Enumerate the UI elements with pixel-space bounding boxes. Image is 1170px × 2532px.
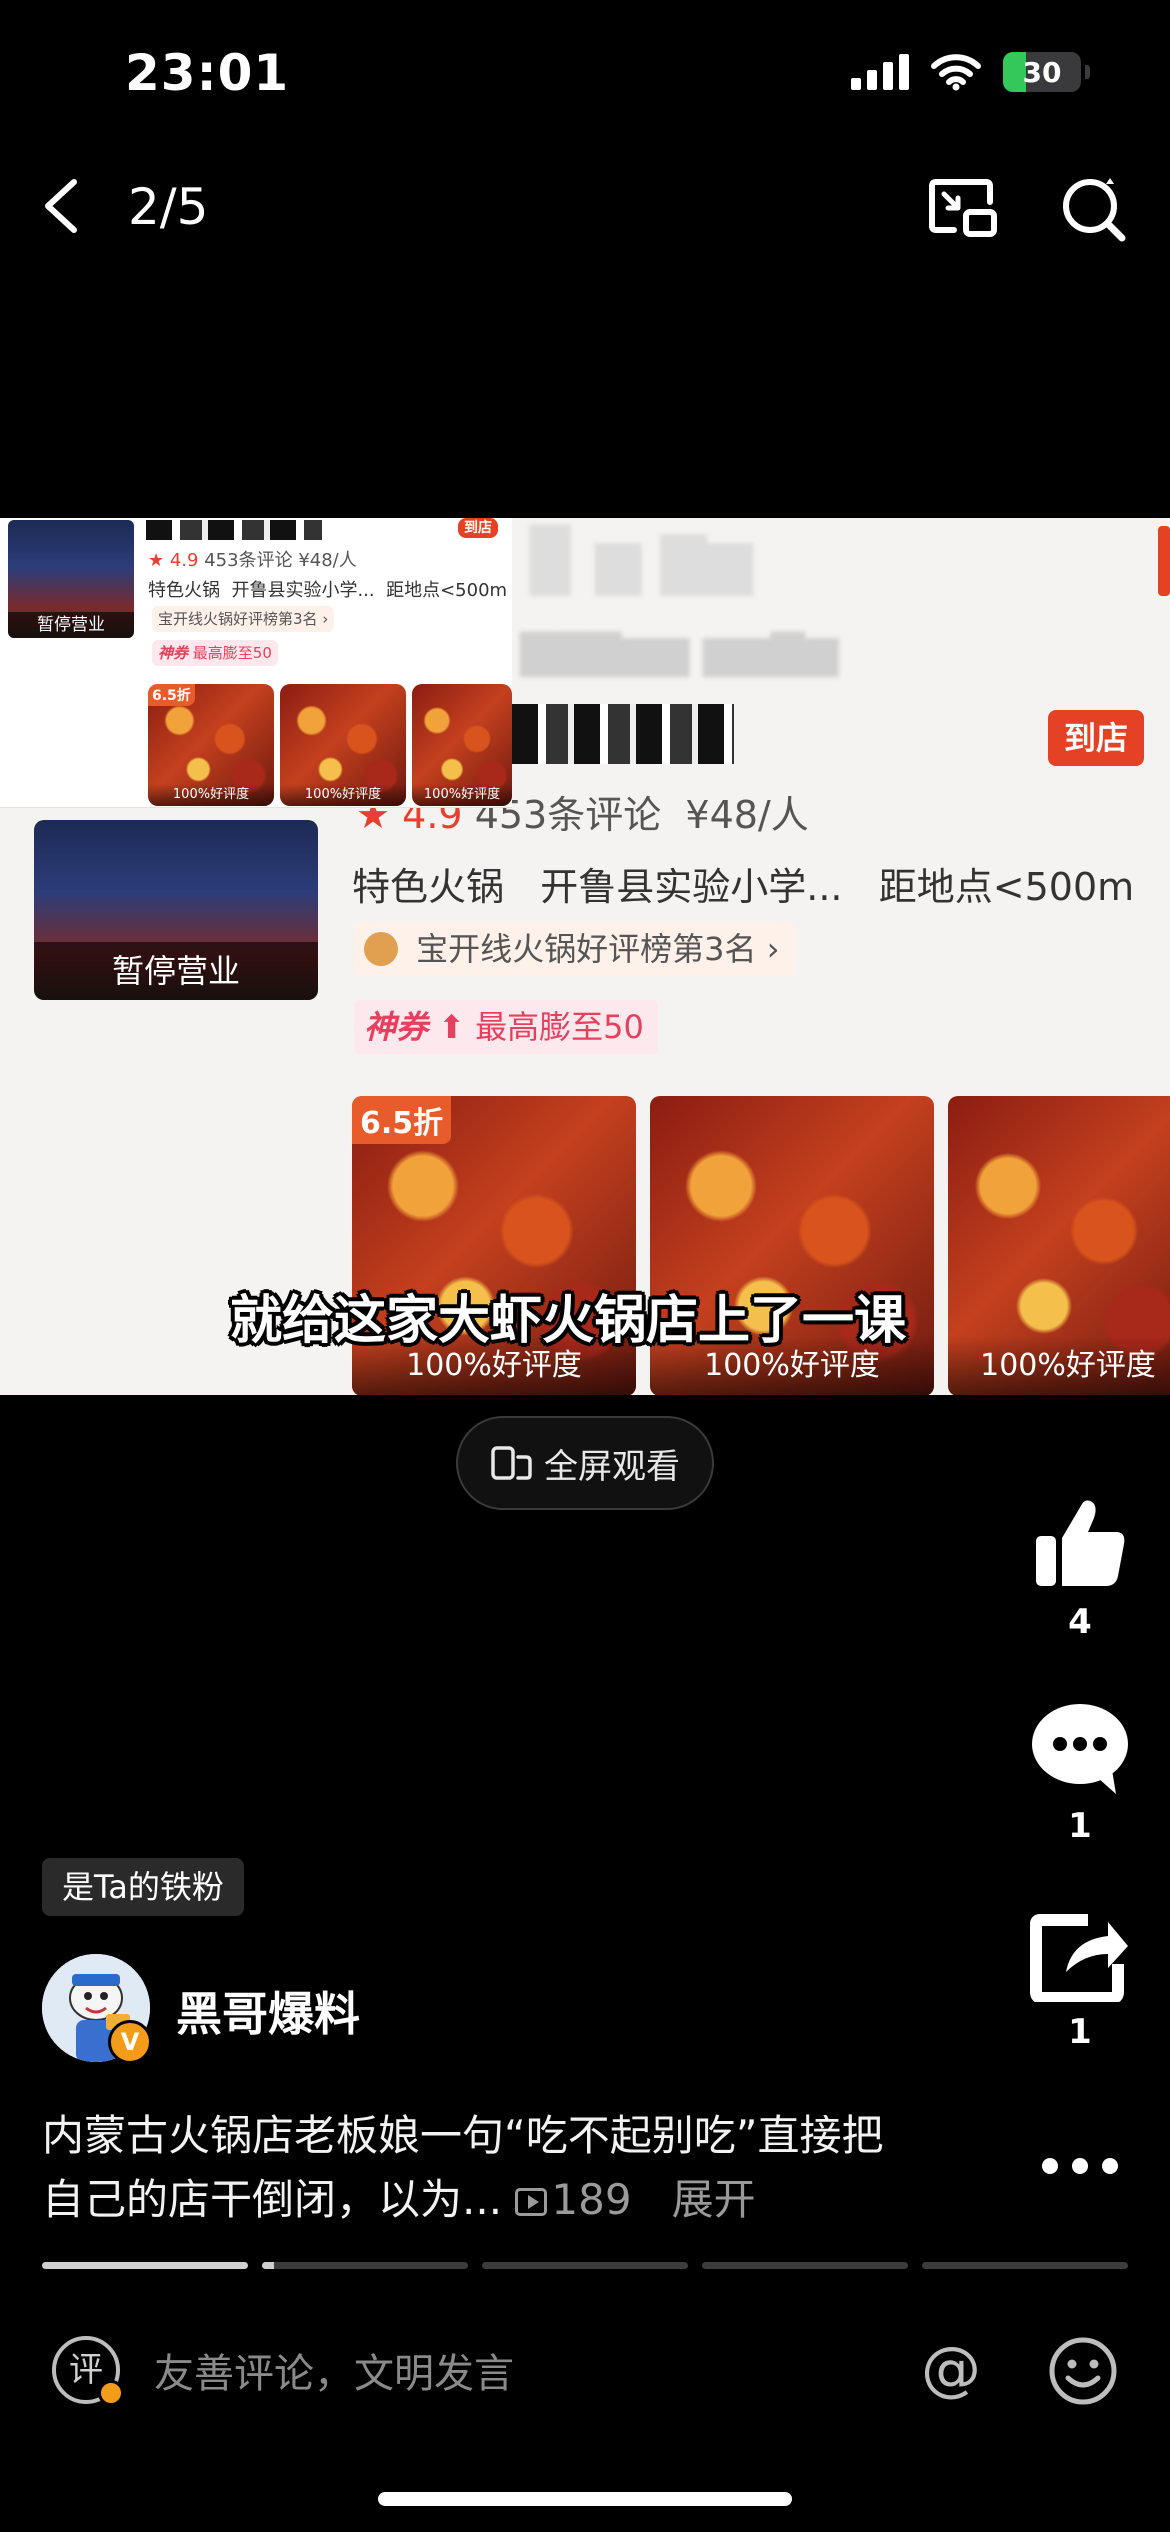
- blurred-tag: [1158, 526, 1170, 596]
- comment-icon-badge: [98, 2380, 124, 2406]
- progress-segment: [262, 2262, 468, 2269]
- fan-badge: 是Ta的铁粉: [42, 1858, 244, 1916]
- status-icons: 30: [851, 52, 1090, 92]
- search-icon[interactable]: [1060, 176, 1126, 242]
- progress-segment: [922, 2262, 1128, 2269]
- main-good-rating-3: 100%好评度: [948, 1336, 1170, 1395]
- rotate-phone-icon: [491, 1446, 532, 1480]
- main-distance: 距地点<500m: [878, 865, 1135, 909]
- expand-link[interactable]: 展开: [672, 2175, 756, 2224]
- visit-store-button[interactable]: 到店: [1048, 710, 1144, 766]
- view-count: 189: [551, 2175, 632, 2224]
- thumb-distance: 距地点<500m: [386, 580, 508, 601]
- thumb-coupon-brand: 神券: [158, 644, 189, 662]
- thumb-price: ¥48/人: [298, 550, 357, 571]
- like-count: 4: [1068, 1602, 1092, 1642]
- main-food-photo-3: 100%好评度: [948, 1096, 1170, 1395]
- comment-input[interactable]: [154, 2344, 854, 2404]
- main-coupon-text: 最高膨至50: [475, 1008, 644, 1046]
- blurred-header-text: ▉ ▆ ▇▆: [530, 526, 753, 596]
- thumb-discount: 6.5折: [148, 684, 195, 706]
- coupon-arrow-icon: ⬆: [438, 1008, 465, 1046]
- thumb-location: 开鲁县实验小学...: [231, 580, 375, 601]
- thumb-visit-button: 到店: [458, 518, 498, 538]
- more-options-icon[interactable]: [1038, 2146, 1122, 2186]
- thumb-food-photo-1: 6.5折 100%好评度: [148, 684, 274, 806]
- emoji-icon[interactable]: [1048, 2336, 1118, 2406]
- comment-button[interactable]: 1: [1020, 1700, 1140, 1846]
- thumb-food-photo-2: 100%好评度: [280, 684, 406, 806]
- post-description[interactable]: 内蒙古火锅店老板娘一句“吃不起别吃”直接把自己的店干倒闭，以为... 189 展…: [42, 2104, 922, 2232]
- battery-icon: 30: [1003, 52, 1081, 92]
- thumb-redacted-name: [146, 520, 322, 540]
- share-button[interactable]: 1: [1020, 1912, 1140, 2052]
- image-progress-bar: [42, 2262, 1128, 2269]
- view-count-group: 189: [515, 2175, 645, 2224]
- author-name[interactable]: 黑哥爆料: [176, 1978, 360, 2044]
- fullscreen-button[interactable]: 全屏观看: [456, 1416, 714, 1510]
- comment-bubble-icon: [1032, 1704, 1128, 1794]
- medal-icon: [364, 932, 398, 966]
- progress-segment: [702, 2262, 908, 2269]
- fullscreen-label: 全屏观看: [544, 1446, 680, 1487]
- thumb-store-status: 暂停营业: [8, 612, 134, 638]
- thumb-good-rating-1: 100%好评度: [148, 784, 274, 806]
- status-time: 23:01: [125, 44, 290, 102]
- main-price: ¥48/人: [685, 793, 809, 837]
- main-category: 特色火锅: [352, 865, 505, 909]
- video-subtitle: 就给这家大虾火锅店上了一课: [230, 1291, 907, 1351]
- thumbnail-card: 暂停营业 到店 ★ 4.9 453条评论 ¥48/人 特色火锅 开鲁县实验小学.…: [0, 518, 512, 808]
- thumb-ranking: 宝开线火锅好评榜第3名 ›: [158, 610, 329, 628]
- thumb-ranking-tag: 宝开线火锅好评榜第3名 ›: [152, 606, 335, 632]
- main-store-photo: 暂停营业: [34, 820, 318, 1000]
- thumb-coupon-tag: 神券 最高膨至50: [152, 640, 278, 666]
- share-count: 1: [1068, 2012, 1092, 2052]
- thumb-store-photo: 暂停营业: [8, 520, 134, 638]
- picture-in-picture-icon[interactable]: [928, 178, 998, 240]
- main-store-status: 暂停营业: [34, 942, 318, 1000]
- play-count-icon: [515, 2188, 548, 2216]
- thumb-category-line: 特色火锅 开鲁县实验小学... 距地点<500m: [148, 576, 507, 602]
- thumb-good-rating-3: 100%好评度: [412, 784, 512, 806]
- progress-segment: [42, 2262, 248, 2269]
- page-indicator: 2/5: [128, 178, 209, 236]
- battery-level: 30: [1022, 55, 1062, 89]
- thumb-food-photo-3: 100%好评度: [412, 684, 512, 806]
- mention-at-button[interactable]: @: [916, 2336, 986, 2406]
- post-image[interactable]: ▉ ▆ ▇▆ ▇▇▇▆▆ ▆▆▇▆ 到店 ★ 4.9 453条评论 ¥48/人 …: [0, 518, 1170, 1395]
- thumbs-up-icon: [1036, 1500, 1125, 1586]
- like-button[interactable]: 4: [1020, 1496, 1140, 1642]
- battery-cap: [1085, 65, 1090, 79]
- main-coupon-tag: 神券 ⬆ 最高膨至50: [354, 1000, 658, 1054]
- description-text: 内蒙古火锅店老板娘一句“吃不起别吃”直接把自己的店干倒闭，以为...: [42, 2111, 884, 2224]
- main-ranking: 宝开线火锅好评榜第3名 ›: [416, 930, 780, 968]
- wifi-icon: [931, 54, 981, 91]
- blurred-subheader-text: ▇▇▇▆▆ ▆▆▇▆: [520, 626, 839, 677]
- cellular-signal-icon: [851, 54, 909, 90]
- thumb-rating: ★ 4.9: [148, 550, 199, 571]
- thumb-reviews: 453条评论: [204, 550, 293, 571]
- thumb-category: 特色火锅: [148, 580, 220, 601]
- verified-badge-icon: V: [108, 2020, 152, 2064]
- main-ranking-tag: 宝开线火锅好评榜第3名 ›: [354, 922, 796, 976]
- back-button[interactable]: [38, 178, 82, 234]
- main-coupon-brand: 神券: [364, 1008, 429, 1046]
- thumb-rating-line: ★ 4.9 453条评论 ¥48/人: [148, 546, 357, 572]
- main-location: 开鲁县实验小学...: [540, 865, 843, 909]
- main-category-line: 特色火锅 开鲁县实验小学... 距地点<500m: [352, 856, 1134, 911]
- home-indicator[interactable]: [378, 2492, 792, 2506]
- comment-count: 1: [1068, 1806, 1092, 1846]
- redacted-store-name: [512, 704, 734, 764]
- share-icon: [1030, 1914, 1128, 2004]
- thumb-good-rating-2: 100%好评度: [280, 784, 406, 806]
- progress-segment: [482, 2262, 688, 2269]
- main-discount-badge: 6.5折: [352, 1096, 452, 1144]
- thumb-coupon-text: 最高膨至50: [192, 644, 272, 662]
